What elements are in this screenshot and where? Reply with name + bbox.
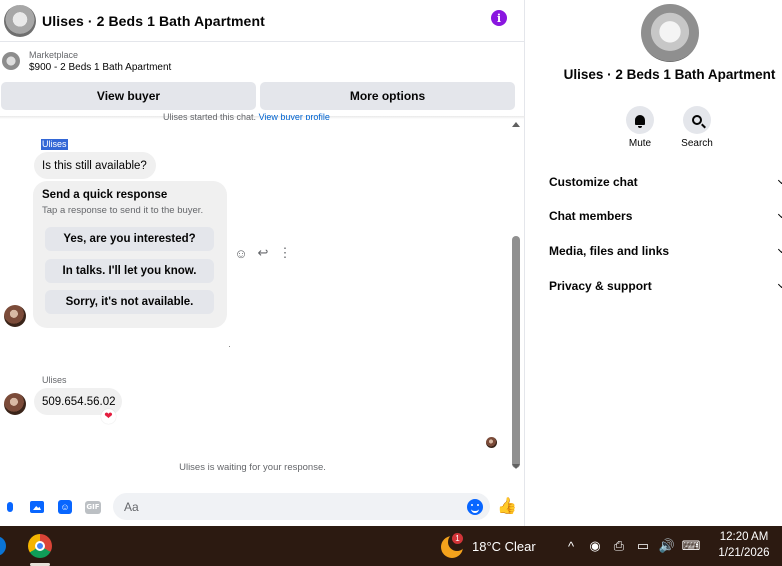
chat-start-text: Ulises started this chat.: [163, 112, 257, 120]
incoming-message[interactable]: Is this still available?: [34, 152, 156, 179]
sender-name-selected: Ulises: [41, 139, 68, 150]
scroll-down-arrow[interactable]: [512, 464, 520, 469]
quick-response-subtitle: Tap a response to send it to the buyer.: [42, 205, 204, 216]
reply-icon[interactable]: ↩: [256, 245, 270, 260]
waiting-status: Ulises is waiting for your response.: [179, 462, 326, 473]
composer: ☺ GIF 👍: [0, 493, 525, 521]
app-root: Ulises · 2 Beds 1 Bath Apartment i Marke…: [0, 0, 782, 566]
message-input[interactable]: [113, 493, 490, 520]
system-tray: ^ ◉ ⎙ ▭ 🔊 ⌨: [563, 538, 701, 554]
chrome-icon[interactable]: [28, 534, 52, 558]
search-button[interactable]: [683, 106, 711, 134]
chevron-down-icon: [777, 245, 782, 254]
conversation-title[interactable]: Ulises · 2 Beds 1 Bath Apartment: [42, 13, 265, 29]
weather-status[interactable]: 18°C Clear: [472, 539, 536, 554]
sticker-icon[interactable]: ☺: [57, 499, 73, 515]
heart-reaction-icon[interactable]: ❤: [101, 409, 116, 424]
message-actions: ☺ ↩ ⋮: [234, 245, 292, 261]
conversation-avatar[interactable]: [4, 4, 36, 37]
bell-icon: [635, 115, 645, 128]
chevron-down-icon: [777, 210, 782, 219]
sender-avatar[interactable]: [4, 305, 26, 327]
chat-pane: Ulises · 2 Beds 1 Bath Apartment i Marke…: [0, 0, 525, 526]
sender-name: Ulises: [42, 375, 67, 385]
network-icon[interactable]: ▭: [635, 538, 651, 554]
info-title: Ulises · 2 Beds 1 Bath Apartment: [563, 67, 776, 82]
separator-dot: [229, 346, 230, 347]
clock-date: 1/21/2026: [718, 547, 770, 559]
taskbar-app-icon[interactable]: [0, 536, 6, 556]
clock-time: 12:20 AM: [719, 531, 769, 543]
listing-actions: View buyer More options: [1, 82, 515, 110]
scrollbar-thumb[interactable]: [512, 236, 520, 468]
menu-media-files-links[interactable]: Media, files and links: [549, 241, 782, 261]
clock[interactable]: 12:20 AM 1/21/2026: [714, 529, 774, 561]
quick-response-option[interactable]: Sorry, it's not available.: [45, 290, 214, 314]
marketplace-label: Marketplace: [29, 49, 79, 60]
record-icon[interactable]: ◉: [587, 538, 603, 554]
sender-avatar[interactable]: [4, 393, 26, 415]
emoji-icon[interactable]: [467, 499, 483, 515]
chevron-down-icon: [777, 176, 782, 185]
react-icon[interactable]: ☺: [234, 246, 248, 261]
listing-thumbnail: [2, 52, 20, 70]
chat-start-note: Ulises started this chat. View buyer pro…: [163, 112, 330, 120]
marketplace-listing-banner[interactable]: Marketplace $900 - 2 Beds 1 Bath Apartme…: [0, 43, 525, 79]
info-icon[interactable]: i: [491, 10, 507, 26]
thumbs-up-icon[interactable]: 👍: [497, 497, 517, 515]
more-options-button[interactable]: More options: [260, 82, 515, 110]
photo-icon[interactable]: [29, 499, 45, 515]
show-hidden-icons-icon[interactable]: ^: [563, 538, 579, 554]
view-buyer-profile-link[interactable]: View buyer profile: [259, 112, 330, 120]
menu-privacy-support[interactable]: Privacy & support: [549, 276, 782, 296]
menu-customize-chat[interactable]: Customize chat: [549, 172, 782, 192]
volume-icon[interactable]: 🔊: [659, 538, 675, 554]
weather-badge: 1: [452, 533, 463, 544]
quick-response-card: Send a quick response Tap a response to …: [33, 181, 227, 328]
device-icon[interactable]: ⎙: [611, 538, 627, 554]
conversation-info-pane: Ulises · 2 Beds 1 Bath Apartment Mute Se…: [537, 0, 782, 526]
view-buyer-button[interactable]: View buyer: [1, 82, 256, 110]
search-label: Search: [681, 138, 713, 149]
chat-header: Ulises · 2 Beds 1 Bath Apartment i: [0, 0, 525, 42]
quick-response-option[interactable]: Yes, are you interested?: [45, 227, 214, 251]
mute-button[interactable]: [626, 106, 654, 134]
listing-title: $900 - 2 Beds 1 Bath Apartment: [29, 61, 172, 73]
keyboard-icon[interactable]: ⌨: [682, 538, 701, 554]
quick-response-option[interactable]: In talks. I'll let you know.: [45, 259, 214, 283]
scroll-up-arrow[interactable]: [512, 122, 520, 127]
search-icon: [692, 115, 702, 125]
quick-response-title: Send a quick response: [42, 189, 168, 201]
chevron-down-icon: [777, 280, 782, 289]
seen-avatar: [486, 437, 497, 448]
menu-chat-members[interactable]: Chat members: [549, 206, 782, 226]
mute-label: Mute: [628, 138, 652, 149]
windows-taskbar: 1 18°C Clear ^ ◉ ⎙ ▭ 🔊 ⌨ 12:20 AM 1/21/2…: [0, 526, 782, 566]
more-icon[interactable]: ⋮: [278, 245, 292, 260]
info-avatar[interactable]: [641, 4, 699, 62]
microphone-icon[interactable]: [2, 499, 18, 515]
gif-icon[interactable]: GIF: [85, 499, 101, 515]
